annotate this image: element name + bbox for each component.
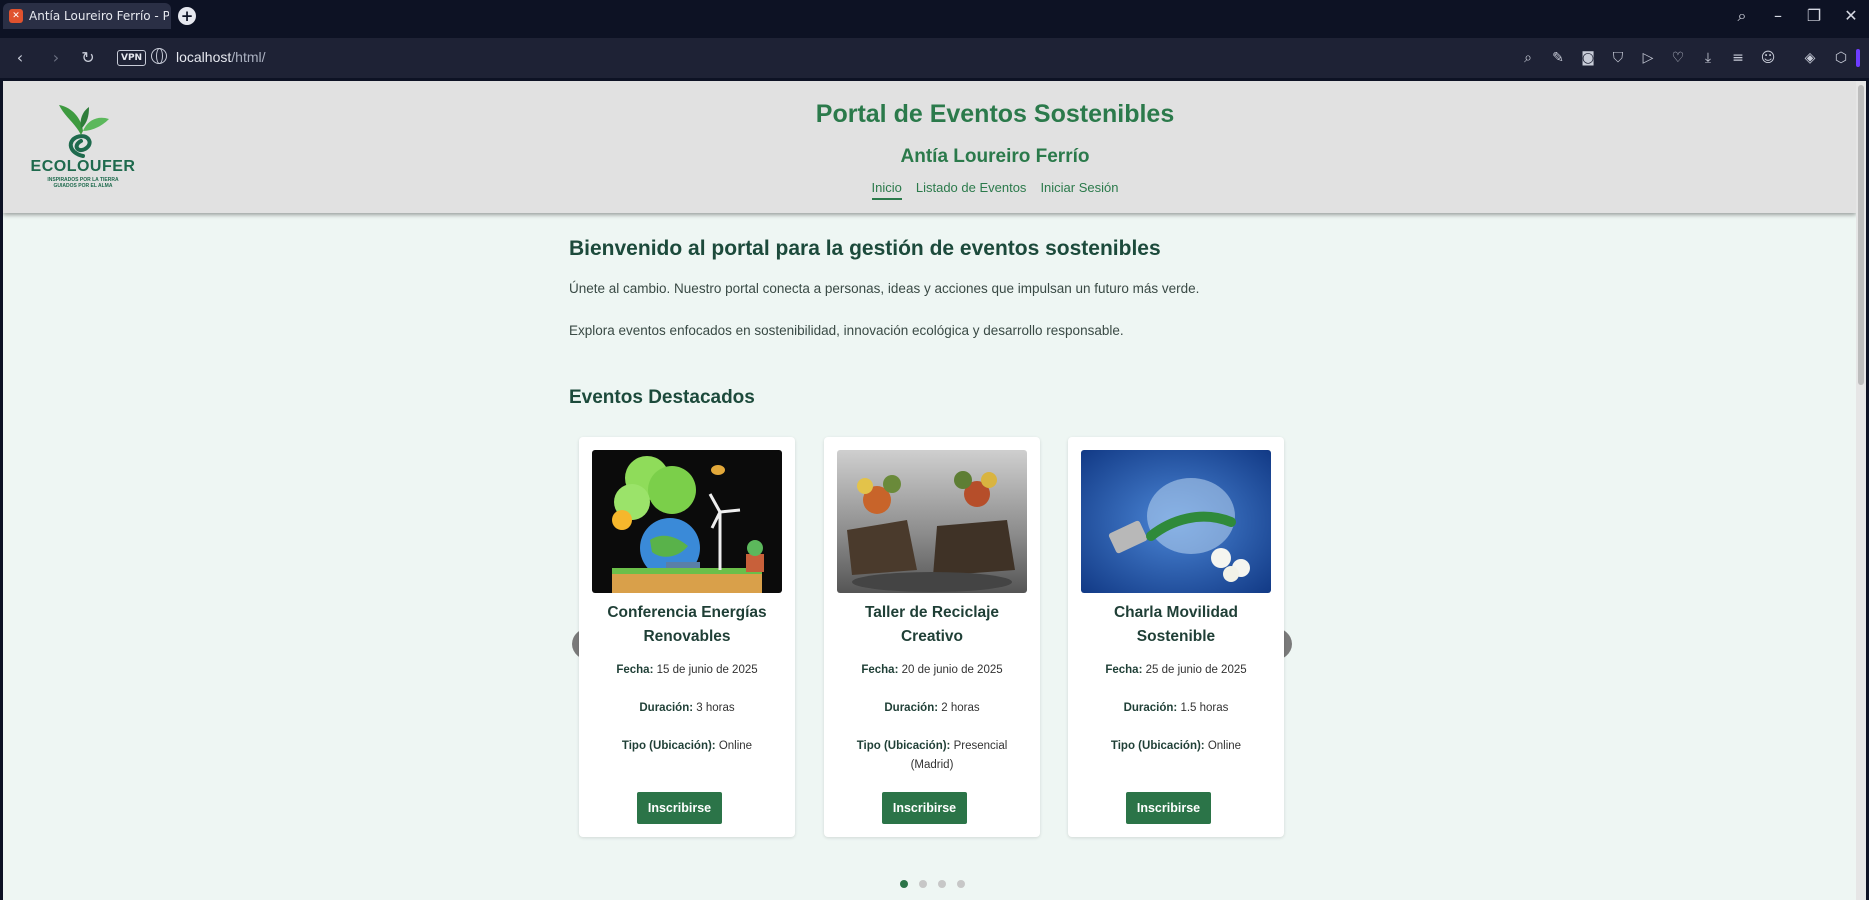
url-host: localhost: [176, 49, 232, 65]
event-type: Tipo (Ubicación): Online: [579, 737, 795, 756]
event-title: Taller de Reciclaje Creativo: [864, 604, 1000, 645]
tab-title: Antía Loureiro Ferrío - Por: [29, 9, 169, 23]
site-header: ECOLOUFER INSPIRADOS POR LA TIERRA GUIADO…: [3, 81, 1856, 213]
download-icon[interactable]: ⤓: [1698, 48, 1718, 68]
type-label: Tipo (Ubicación):: [856, 740, 951, 752]
url-path: /html/: [231, 49, 266, 65]
sidebar-accent: [1856, 49, 1860, 67]
camera-icon[interactable]: ◙: [1578, 48, 1598, 68]
inscribirse-button[interactable]: Inscribirse: [882, 792, 967, 824]
tab-strip: ✕ Antía Loureiro Ferrío - Por + ⌕ – ❐ ✕: [0, 0, 1869, 32]
event-date: Fecha: 15 de junio de 2025: [579, 661, 795, 680]
find-icon[interactable]: ⌕: [1518, 48, 1538, 68]
cube-icon[interactable]: ⬡: [1831, 48, 1851, 68]
type-label: Tipo (Ubicación):: [1110, 740, 1205, 752]
inscribirse-button[interactable]: Inscribirse: [1126, 792, 1211, 824]
duration-label: Duración:: [1123, 702, 1178, 714]
carousel-dot-2[interactable]: [919, 880, 927, 888]
event-title: Conferencia Energías Renovables: [607, 604, 767, 645]
close-icon[interactable]: ✕: [1838, 4, 1864, 28]
welcome-heading: Bienvenido al portal para la gestión de …: [569, 237, 1161, 260]
profile-icon[interactable]: ☺: [1758, 48, 1778, 68]
nav-iniciar-sesion[interactable]: Iniciar Sesión: [1040, 180, 1118, 200]
event-duration: Duración: 3 horas: [579, 699, 795, 718]
featured-heading: Eventos Destacados: [569, 387, 755, 408]
page-viewport: ECOLOUFER INSPIRADOS POR LA TIERRA GUIADO…: [3, 81, 1866, 900]
date-value: 20 de junio de 2025: [901, 664, 1003, 676]
edit-icon[interactable]: ✎: [1548, 48, 1568, 68]
address-toolbar: ‹ › ↻ VPN localhost/html/ ⌕ ✎ ◙ ⛉ ▷ ♡ ⤓ …: [0, 38, 1869, 78]
carousel-dot-4[interactable]: [957, 880, 965, 888]
extension-icon[interactable]: ◈: [1800, 48, 1820, 68]
type-value: Online: [1207, 740, 1242, 752]
play-icon[interactable]: ▷: [1638, 48, 1658, 68]
event-duration: Duración: 2 horas: [824, 699, 1040, 718]
site-subtitle: Antía Loureiro Ferrío: [900, 146, 1090, 167]
date-label: Fecha:: [861, 664, 899, 676]
event-type: Tipo (Ubicación): Online: [1068, 737, 1284, 756]
main-nav: Inicio Listado de Eventos Iniciar Sesión: [3, 180, 1866, 200]
event-image-mobility: [1081, 450, 1271, 593]
inscribirse-button[interactable]: Inscribirse: [637, 792, 722, 824]
event-image-renewables: [592, 450, 782, 593]
date-label: Fecha:: [616, 664, 654, 676]
carousel-dots: [3, 880, 1856, 888]
address-bar[interactable]: localhost/html/: [176, 47, 266, 67]
date-label: Fecha:: [1105, 664, 1143, 676]
event-date: Fecha: 25 de junio de 2025: [1068, 661, 1284, 680]
heart-icon[interactable]: ♡: [1668, 48, 1688, 68]
duration-label: Duración:: [639, 702, 694, 714]
reload-icon[interactable]: ↻: [76, 46, 100, 70]
xampp-favicon-icon: ✕: [9, 9, 23, 23]
page-scrollbar[interactable]: [1856, 81, 1866, 900]
new-tab-icon[interactable]: +: [178, 7, 196, 25]
carousel-dot-1[interactable]: [900, 880, 908, 888]
intro-paragraph-1: Únete al cambio. Nuestro portal conecta …: [569, 281, 1200, 296]
nav-inicio[interactable]: Inicio: [871, 180, 902, 200]
event-title: Charla Movilidad Sostenible: [1113, 604, 1239, 645]
event-card: Taller de Reciclaje Creativo Fecha: 20 d…: [824, 437, 1040, 837]
browser-tab[interactable]: ✕ Antía Loureiro Ferrío - Por: [3, 3, 171, 29]
date-value: 15 de junio de 2025: [656, 664, 758, 676]
duration-value: 1.5 horas: [1180, 702, 1229, 714]
event-card: Conferencia Energías Renovables Fecha: 1…: [579, 437, 795, 837]
site-title: Portal de Eventos Sostenibles: [815, 100, 1175, 128]
vpn-badge[interactable]: VPN: [117, 50, 147, 66]
event-duration: Duración: 1.5 horas: [1068, 699, 1284, 718]
date-value: 25 de junio de 2025: [1145, 664, 1247, 676]
duration-value: 3 horas: [696, 702, 735, 714]
scrollbar-thumb[interactable]: [1858, 85, 1864, 385]
carousel-dot-3[interactable]: [938, 880, 946, 888]
type-value: Online: [718, 740, 753, 752]
globe-icon: [151, 48, 167, 64]
nav-listado-eventos[interactable]: Listado de Eventos: [916, 180, 1027, 200]
shield-icon[interactable]: ⛉: [1608, 48, 1628, 68]
menu-icon[interactable]: ≡: [1728, 48, 1748, 68]
event-card: Charla Movilidad Sostenible Fecha: 25 de…: [1068, 437, 1284, 837]
duration-label: Duración:: [884, 702, 939, 714]
intro-paragraph-2: Explora eventos enfocados en sostenibili…: [569, 323, 1124, 338]
minimize-icon[interactable]: –: [1765, 4, 1791, 28]
event-type: Tipo (Ubicación): Presencial (Madrid): [824, 737, 1040, 775]
forward-icon[interactable]: ›: [44, 46, 68, 70]
event-date: Fecha: 20 de junio de 2025: [824, 661, 1040, 680]
search-icon[interactable]: ⌕: [1729, 4, 1755, 28]
duration-value: 2 horas: [941, 702, 980, 714]
back-icon[interactable]: ‹: [8, 46, 32, 70]
type-label: Tipo (Ubicación):: [621, 740, 716, 752]
event-image-recycling: [837, 450, 1027, 593]
restore-icon[interactable]: ❐: [1801, 4, 1827, 28]
